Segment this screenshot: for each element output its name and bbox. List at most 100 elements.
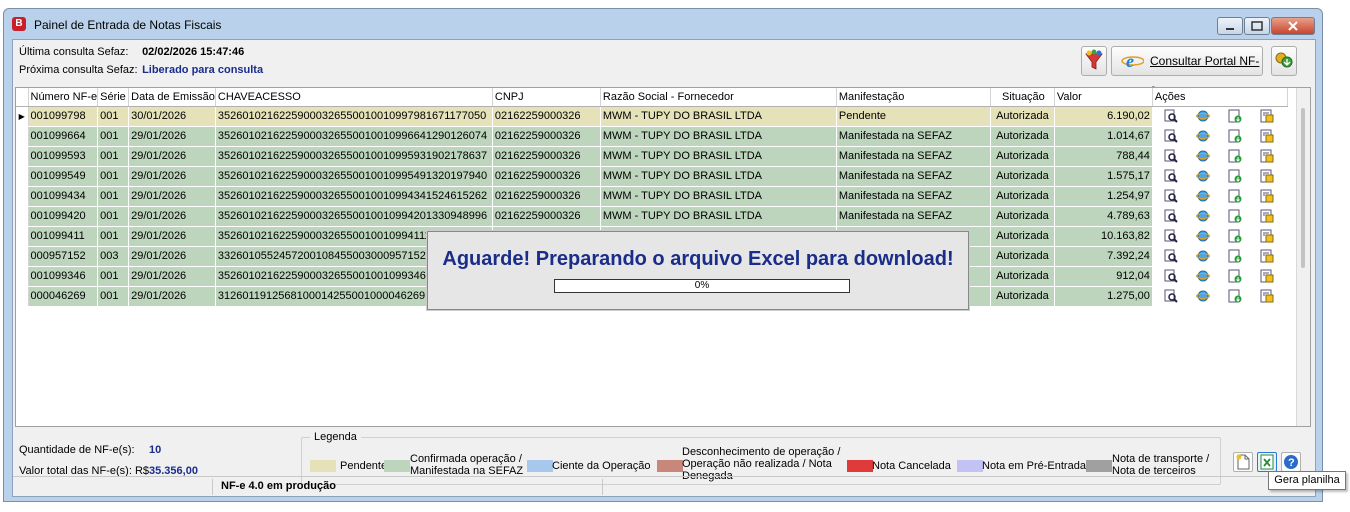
cell-situacao: Autorizada bbox=[990, 266, 1055, 287]
print-danfe-icon[interactable] bbox=[1260, 289, 1274, 303]
view-document-icon[interactable] bbox=[1164, 269, 1178, 283]
row-indicator bbox=[16, 266, 29, 287]
cell-valor: 4.789,63 bbox=[1054, 206, 1153, 227]
col-situacao[interactable]: Situação bbox=[990, 88, 1055, 107]
cell-valor: 7.392,24 bbox=[1054, 246, 1153, 267]
cell-situacao: Autorizada bbox=[990, 246, 1055, 267]
view-document-icon[interactable] bbox=[1164, 149, 1178, 163]
cell-cnpj: 02162259000326 bbox=[492, 126, 601, 147]
internet-explorer-icon: e bbox=[1121, 51, 1144, 70]
table-row[interactable]: ▶ 001099798 001 30/01/2026 35260102162259000… bbox=[16, 106, 1288, 127]
cell-razao: MWM - TUPY DO BRASIL LTDA bbox=[600, 186, 837, 207]
view-document-icon[interactable] bbox=[1164, 209, 1178, 223]
portal-query-icon[interactable] bbox=[1195, 269, 1210, 283]
cell-data: 30/01/2026 bbox=[128, 106, 216, 127]
portal-query-icon[interactable] bbox=[1195, 229, 1210, 243]
print-danfe-icon[interactable] bbox=[1260, 209, 1274, 223]
next-query-label: Próxima consulta Sefaz: bbox=[19, 64, 138, 76]
print-danfe-icon[interactable] bbox=[1260, 109, 1274, 123]
table-row[interactable]: 001099434 001 29/01/2026 352601021622590003… bbox=[16, 186, 1288, 207]
view-document-icon[interactable] bbox=[1164, 129, 1178, 143]
print-danfe-icon[interactable] bbox=[1260, 249, 1274, 263]
legend-swatch-pendente bbox=[310, 460, 336, 472]
portal-query-icon[interactable] bbox=[1195, 189, 1210, 203]
filter-button[interactable] bbox=[1081, 46, 1107, 76]
next-query-row: Próxima consulta Sefaz: Liberado para co… bbox=[19, 64, 263, 76]
col-data-emissao[interactable]: Data de Emissão bbox=[128, 88, 216, 107]
consult-portal-button[interactable]: e Consultar Portal NF-e bbox=[1111, 46, 1263, 96]
cell-serie: 001 bbox=[97, 106, 130, 127]
table-row[interactable]: 001099664 001 29/01/2026 352601021622590003… bbox=[16, 126, 1288, 147]
status-bar: NF-e 4.0 em produção bbox=[13, 476, 1315, 496]
print-danfe-icon[interactable] bbox=[1260, 169, 1274, 183]
cell-acoes bbox=[1152, 246, 1288, 267]
col-razao-social[interactable]: Razão Social - Fornecedor bbox=[600, 88, 837, 107]
status-text: NF-e 4.0 em produção bbox=[213, 479, 603, 495]
xml-download-icon[interactable] bbox=[1228, 129, 1242, 143]
print-danfe-icon[interactable] bbox=[1260, 189, 1274, 203]
legend-swatch-cancelada bbox=[847, 460, 873, 472]
close-button[interactable] bbox=[1271, 17, 1315, 35]
table-row[interactable]: 001099593 001 29/01/2026 352601021622590003… bbox=[16, 146, 1288, 167]
scrollbar-thumb[interactable] bbox=[1301, 108, 1305, 268]
xml-download-icon[interactable] bbox=[1228, 109, 1242, 123]
col-numero[interactable]: Número NF-e bbox=[28, 88, 99, 107]
xml-download-icon[interactable] bbox=[1228, 269, 1242, 283]
cell-cnpj: 02162259000326 bbox=[492, 166, 601, 187]
cell-numero: 000957152 bbox=[28, 246, 99, 267]
portal-query-icon[interactable] bbox=[1195, 129, 1210, 143]
col-serie[interactable]: Série bbox=[97, 88, 130, 107]
progress-message: Aguarde! Preparando o arquivo Excel para… bbox=[442, 248, 954, 270]
cell-cnpj: 02162259000326 bbox=[492, 146, 601, 167]
portal-query-icon[interactable] bbox=[1195, 249, 1210, 263]
table-row[interactable]: 001099549 001 29/01/2026 352601021622590003… bbox=[16, 166, 1288, 187]
xml-download-icon[interactable] bbox=[1228, 209, 1242, 223]
portal-query-icon[interactable] bbox=[1195, 209, 1210, 223]
cell-chave: 3526010216225900032655001001099549132019… bbox=[215, 166, 493, 187]
cell-serie: 001 bbox=[97, 126, 130, 147]
xml-download-icon[interactable] bbox=[1228, 229, 1242, 243]
generate-spreadsheet-button[interactable] bbox=[1257, 452, 1277, 472]
maximize-button[interactable] bbox=[1244, 17, 1270, 35]
xml-download-icon[interactable] bbox=[1228, 249, 1242, 263]
print-danfe-icon[interactable] bbox=[1260, 149, 1274, 163]
view-document-icon[interactable] bbox=[1164, 249, 1178, 263]
col-chave-acesso[interactable]: CHAVEACESSO bbox=[215, 88, 493, 107]
vertical-scrollbar[interactable] bbox=[1296, 88, 1310, 426]
cell-manifestacao: Manifestada na SEFAZ bbox=[836, 166, 991, 187]
cell-acoes bbox=[1152, 286, 1288, 307]
new-document-button[interactable] bbox=[1233, 452, 1253, 472]
col-valor[interactable]: Valor bbox=[1054, 88, 1153, 107]
view-document-icon[interactable] bbox=[1164, 109, 1178, 123]
cell-valor: 1.275,00 bbox=[1054, 286, 1153, 307]
print-danfe-icon[interactable] bbox=[1260, 229, 1274, 243]
col-manifestacao[interactable]: Manifestação bbox=[836, 88, 991, 107]
view-document-icon[interactable] bbox=[1164, 289, 1178, 303]
download-nfe-button[interactable] bbox=[1271, 46, 1297, 76]
last-query-value: 02/02/2026 15:47:46 bbox=[142, 46, 245, 58]
portal-query-icon[interactable] bbox=[1195, 149, 1210, 163]
cell-situacao: Autorizada bbox=[990, 106, 1055, 127]
view-document-icon[interactable] bbox=[1164, 189, 1178, 203]
print-danfe-icon[interactable] bbox=[1260, 269, 1274, 283]
print-danfe-icon[interactable] bbox=[1260, 129, 1274, 143]
col-cnpj[interactable]: CNPJ bbox=[492, 88, 601, 107]
view-document-icon[interactable] bbox=[1164, 169, 1178, 183]
xml-download-icon[interactable] bbox=[1228, 169, 1242, 183]
minimize-button[interactable] bbox=[1217, 17, 1243, 35]
cell-serie: 001 bbox=[97, 226, 130, 247]
xml-download-icon[interactable] bbox=[1228, 149, 1242, 163]
help-button[interactable]: ? bbox=[1281, 452, 1301, 472]
title-bar[interactable]: B Painel de Entrada de Notas Fiscais bbox=[4, 9, 1322, 39]
portal-query-icon[interactable] bbox=[1195, 169, 1210, 183]
cell-situacao: Autorizada bbox=[990, 146, 1055, 167]
progress-bar: 0% bbox=[554, 279, 850, 293]
view-document-icon[interactable] bbox=[1164, 229, 1178, 243]
col-acoes[interactable]: Ações bbox=[1152, 88, 1288, 107]
portal-query-icon[interactable] bbox=[1195, 289, 1210, 303]
portal-query-icon[interactable] bbox=[1195, 109, 1210, 123]
xml-download-icon[interactable] bbox=[1228, 189, 1242, 203]
table-row[interactable]: 001099420 001 29/01/2026 352601021622590003… bbox=[16, 206, 1288, 227]
legend-title: Legenda bbox=[310, 431, 361, 443]
xml-download-icon[interactable] bbox=[1228, 289, 1242, 303]
